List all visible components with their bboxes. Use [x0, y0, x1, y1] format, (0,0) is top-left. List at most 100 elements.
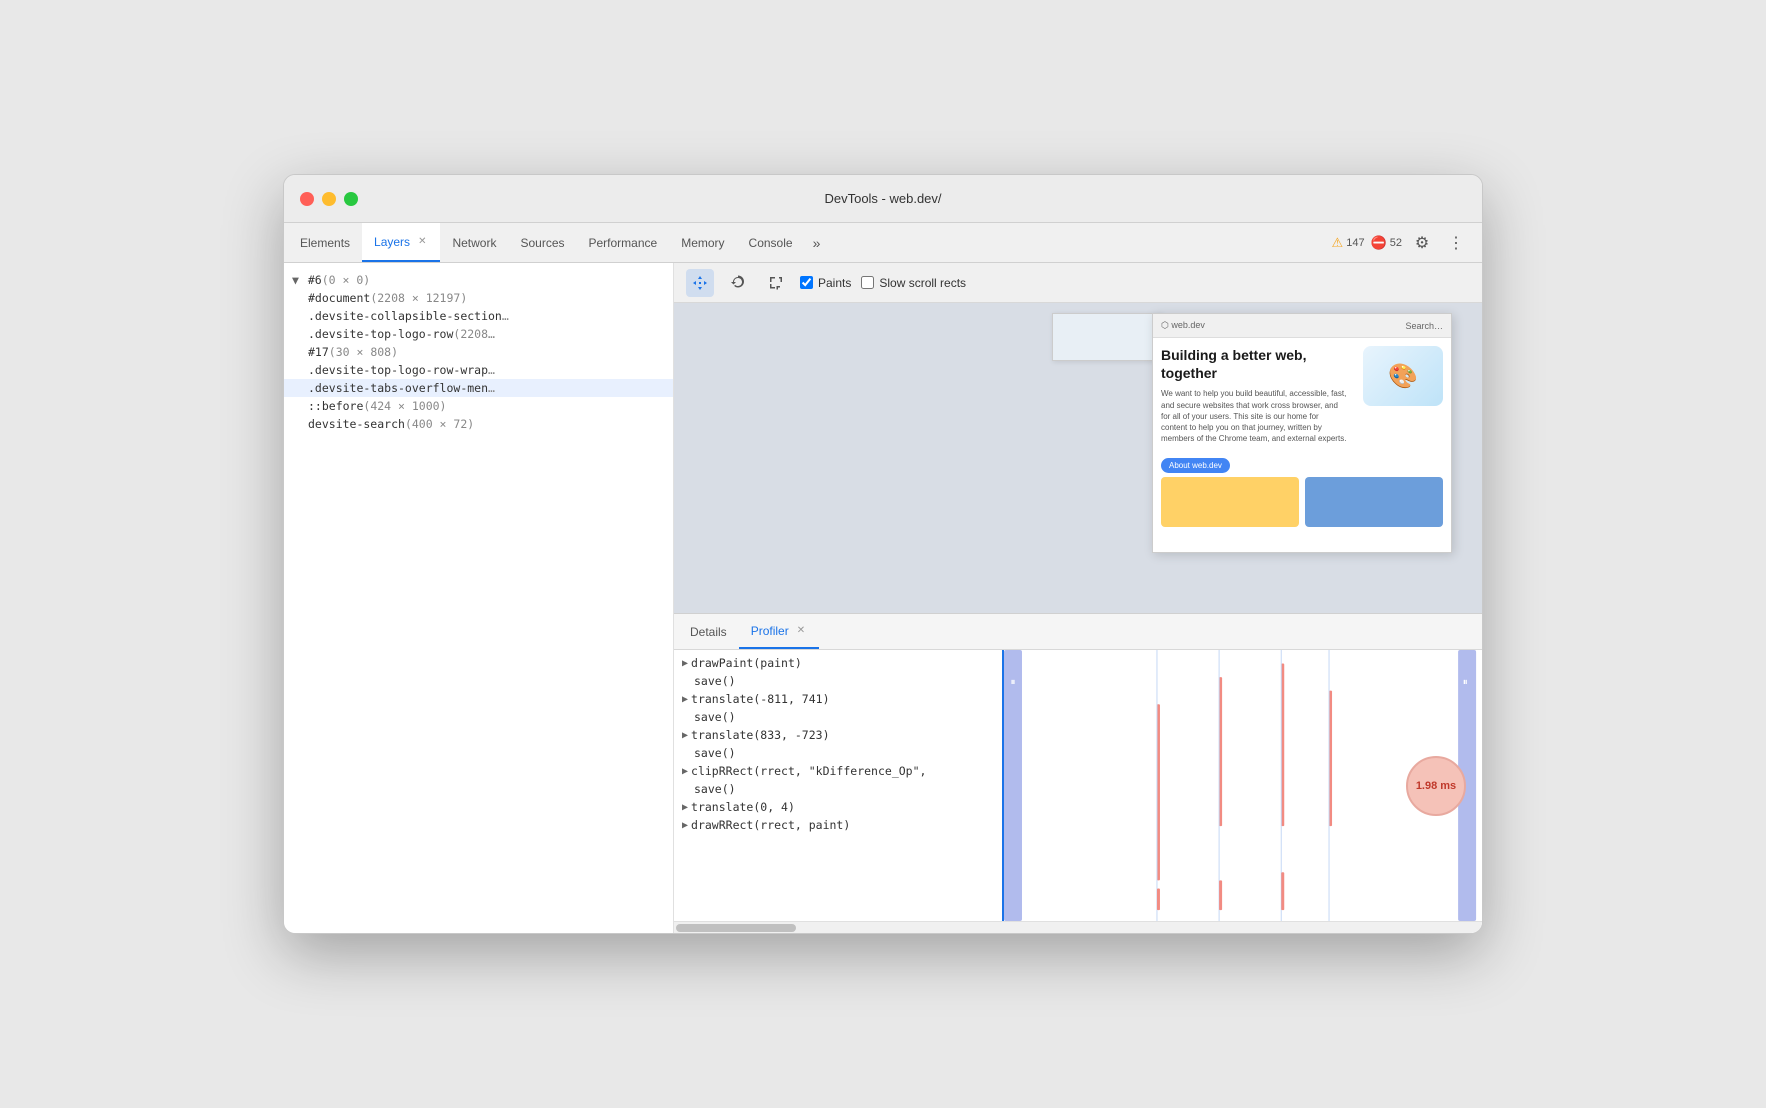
cmd-text: save(): [694, 674, 736, 688]
close-button[interactable]: [300, 192, 314, 206]
window-title: DevTools - web.dev/: [824, 191, 941, 206]
tab-profiler[interactable]: Profiler ✕: [739, 614, 819, 649]
cmd-text: drawRRect(rrect, paint): [691, 818, 850, 832]
slow-scroll-checkbox-label[interactable]: Slow scroll rects: [861, 276, 966, 290]
arrow-icon: ▶: [682, 802, 688, 813]
layers-canvas[interactable]: ⬡ web.dev Search… Building a better web,…: [674, 303, 1482, 613]
tab-network[interactable]: Network: [440, 223, 508, 262]
maximize-button[interactable]: [344, 192, 358, 206]
traffic-lights: [300, 192, 358, 206]
tab-profiler-label: Profiler: [751, 624, 789, 638]
dom-node-collapsible[interactable]: .devsite-collapsible-section…: [284, 307, 673, 325]
dom-node-tabs-overflow[interactable]: .devsite-tabs-overflow-men…: [284, 379, 673, 397]
dom-node-17[interactable]: #17(30 × 808): [284, 343, 673, 361]
tab-bar-right: ⚠ 147 ⛔ 52 ⚙ ⋮: [1332, 223, 1478, 262]
minimize-button[interactable]: [322, 192, 336, 206]
dom-node-search[interactable]: devsite-search(400 × 72): [284, 415, 673, 433]
dom-node-text: .devsite-top-logo-row(2208…: [308, 327, 495, 341]
draw-commands-panel[interactable]: ▶ drawPaint(paint) save() ▶ translate(-8…: [674, 650, 1004, 921]
slow-scroll-checkbox[interactable]: [861, 276, 874, 289]
cmd-text: clipRRect(rrect, "kDifference_Op",: [691, 764, 926, 778]
errors-count: 52: [1390, 237, 1402, 249]
arrow-icon: ▶: [682, 658, 688, 669]
arrow-icon: ▶: [682, 766, 688, 777]
arrow-icon: ▶: [682, 694, 688, 705]
cmd-save-1[interactable]: save(): [674, 672, 1002, 690]
cmd-drawpaint[interactable]: ▶ drawPaint(paint): [674, 654, 1002, 672]
dom-node-logo-row[interactable]: .devsite-top-logo-row(2208…: [284, 325, 673, 343]
cmd-cliprrect[interactable]: ▶ clipRRect(rrect, "kDifference_Op",: [674, 762, 1002, 780]
cmd-text: save(): [694, 746, 736, 760]
web-preview-body: We want to help you build beautiful, acc…: [1161, 388, 1347, 444]
move-tool-button[interactable]: [686, 269, 714, 297]
dom-node-root[interactable]: ▼ #6(0 × 0): [284, 271, 673, 289]
cmd-text: save(): [694, 782, 736, 796]
fit-tool-button[interactable]: [762, 269, 790, 297]
rotate-tool-button[interactable]: [724, 269, 752, 297]
paints-label: Paints: [818, 276, 851, 290]
web-preview-cards: [1161, 477, 1443, 527]
dom-panel: ▼ #6(0 × 0) #document(2208 × 12197) .dev…: [284, 263, 674, 933]
cmd-translate-3[interactable]: ▶ translate(0, 4): [674, 798, 1002, 816]
dom-node-text: .devsite-collapsible-section…: [308, 309, 509, 323]
more-options-button[interactable]: ⋮: [1442, 229, 1470, 257]
slow-scroll-label: Slow scroll rects: [879, 276, 966, 290]
error-icon: ⛔: [1371, 235, 1387, 251]
dom-node-logo-row-wrap[interactable]: .devsite-top-logo-row-wrap…: [284, 361, 673, 379]
web-preview-illustration: 🎨: [1363, 346, 1443, 406]
svg-text:⏸: ⏸: [1463, 677, 1468, 688]
ms-badge: 1.98 ms: [1406, 756, 1466, 816]
dom-node-before[interactable]: ::before(424 × 1000): [284, 397, 673, 415]
tab-sources[interactable]: Sources: [508, 223, 576, 262]
ms-value: 1.98 ms: [1416, 780, 1456, 792]
arrow-icon: ▼: [292, 273, 299, 287]
dom-node-text: .devsite-top-logo-row-wrap…: [308, 363, 495, 377]
right-panel: Paints Slow scroll rects ⬡ web.dev Searc…: [674, 263, 1482, 933]
cmd-save-4[interactable]: save(): [674, 780, 1002, 798]
errors-badge[interactable]: ⛔ 52: [1371, 235, 1402, 251]
cmd-save-3[interactable]: save(): [674, 744, 1002, 762]
scrollbar-track[interactable]: [674, 921, 1482, 933]
cmd-text: drawPaint(paint): [691, 656, 802, 670]
card-2: [1305, 477, 1443, 527]
devtools-window: DevTools - web.dev/ Elements Layers ✕ Ne…: [283, 174, 1483, 934]
web-preview-content: Building a better web, together We want …: [1153, 338, 1451, 535]
paints-checkbox[interactable]: [800, 276, 813, 289]
tab-performance-label: Performance: [589, 236, 658, 250]
dom-node-text: #6(0 × 0): [308, 273, 370, 287]
tab-layers-label: Layers: [374, 235, 410, 249]
tab-performance[interactable]: Performance: [577, 223, 670, 262]
tab-network-label: Network: [452, 236, 496, 250]
bottom-tab-bar: Details Profiler ✕: [674, 614, 1482, 650]
tab-layers[interactable]: Layers ✕: [362, 223, 440, 262]
warning-icon: ⚠: [1332, 235, 1344, 251]
cmd-save-2[interactable]: save(): [674, 708, 1002, 726]
warnings-badge[interactable]: ⚠ 147: [1332, 235, 1365, 251]
tab-elements[interactable]: Elements: [288, 223, 362, 262]
tab-profiler-close[interactable]: ✕: [795, 624, 807, 637]
scrollbar-thumb[interactable]: [676, 924, 796, 932]
cmd-drawrrect[interactable]: ▶ drawRRect(rrect, paint): [674, 816, 1002, 834]
tab-memory[interactable]: Memory: [669, 223, 736, 262]
settings-button[interactable]: ⚙: [1408, 229, 1436, 257]
more-tabs-button[interactable]: »: [805, 223, 829, 262]
tab-details-label: Details: [690, 625, 727, 639]
tab-console[interactable]: Console: [737, 223, 805, 262]
paints-checkbox-label[interactable]: Paints: [800, 276, 851, 290]
web-preview-nav: ⬡ web.dev Search…: [1153, 314, 1451, 338]
tab-details[interactable]: Details: [678, 614, 739, 649]
cmd-translate-2[interactable]: ▶ translate(833, -723): [674, 726, 1002, 744]
mini-preview-card: [1052, 313, 1162, 361]
cmd-text: translate(833, -723): [691, 728, 829, 742]
dom-tree[interactable]: ▼ #6(0 × 0) #document(2208 × 12197) .dev…: [284, 263, 673, 933]
arrow-icon: ▶: [682, 820, 688, 831]
timeline-area[interactable]: ⏸ ⏸: [1004, 650, 1482, 921]
arrow-icon: ▶: [682, 730, 688, 741]
dom-node-text: #document(2208 × 12197): [308, 291, 467, 305]
tab-layers-close[interactable]: ✕: [416, 235, 428, 248]
warnings-count: 147: [1346, 237, 1364, 249]
dom-node-document[interactable]: #document(2208 × 12197): [284, 289, 673, 307]
main-tab-bar: Elements Layers ✕ Network Sources Perfor…: [284, 223, 1482, 263]
cmd-translate-1[interactable]: ▶ translate(-811, 741): [674, 690, 1002, 708]
dom-node-text: devsite-search(400 × 72): [308, 417, 474, 431]
